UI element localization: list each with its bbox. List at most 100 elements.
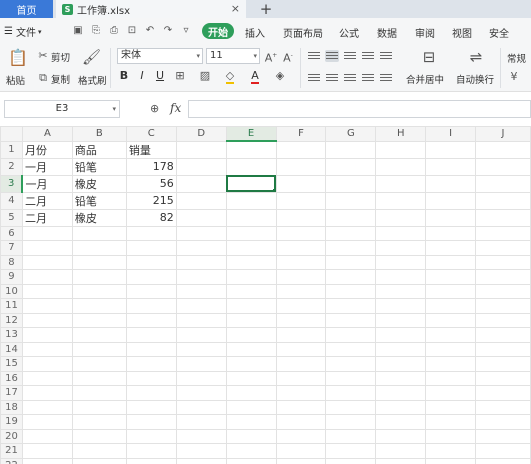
- cell-d10[interactable]: [175, 283, 227, 299]
- cell-a21[interactable]: [21, 443, 73, 459]
- cell-i3[interactable]: [425, 174, 477, 193]
- cell-f10[interactable]: [275, 283, 327, 299]
- row-header[interactable]: 11: [0, 298, 23, 314]
- paste-button[interactable]: 粘贴: [6, 73, 25, 87]
- cell-f9[interactable]: [275, 269, 327, 285]
- cell-b4[interactable]: 铅笔: [71, 191, 127, 210]
- increase-font-icon[interactable]: A+: [264, 50, 278, 65]
- cell-h9[interactable]: [375, 269, 427, 285]
- cell-h4[interactable]: [375, 191, 427, 210]
- cell-d13[interactable]: [175, 327, 227, 343]
- cell-e12[interactable]: [225, 312, 277, 328]
- cell-i17[interactable]: [425, 385, 477, 401]
- cell-c19[interactable]: [125, 414, 177, 430]
- column-header-i[interactable]: I: [425, 126, 477, 142]
- cell-f2[interactable]: [275, 157, 327, 176]
- cell-i12[interactable]: [425, 312, 477, 328]
- column-header-f[interactable]: F: [275, 126, 327, 142]
- indent-icon[interactable]: [379, 50, 393, 62]
- save-icon[interactable]: ▣: [72, 25, 84, 36]
- wrap-text-button[interactable]: 自动换行: [456, 72, 494, 86]
- cell-f1[interactable]: [275, 140, 327, 159]
- cell-h2[interactable]: [375, 157, 427, 176]
- cell-i10[interactable]: [425, 283, 477, 299]
- cell-g2[interactable]: [325, 157, 377, 176]
- formula-input[interactable]: [188, 100, 531, 118]
- cell-f12[interactable]: [275, 312, 327, 328]
- font-name-select[interactable]: 宋体 ▾: [117, 48, 203, 64]
- cell-i4[interactable]: [425, 191, 477, 210]
- cell-g3[interactable]: [325, 174, 377, 193]
- cell-i9[interactable]: [425, 269, 477, 285]
- cell-j6[interactable]: [475, 225, 531, 241]
- new-tab-button[interactable]: +: [258, 0, 274, 18]
- cell-e2[interactable]: [225, 157, 277, 176]
- cell-f18[interactable]: [275, 399, 327, 415]
- cell-a9[interactable]: [21, 269, 73, 285]
- cell-c1[interactable]: 销量: [125, 140, 177, 159]
- print-icon[interactable]: ⎙: [108, 25, 120, 36]
- cell-a19[interactable]: [21, 414, 73, 430]
- select-all-corner[interactable]: [0, 126, 23, 142]
- cell-e14[interactable]: [225, 341, 277, 357]
- column-header-g[interactable]: G: [325, 126, 377, 142]
- number-format-select[interactable]: 常规: [507, 51, 526, 65]
- cell-c17[interactable]: [125, 385, 177, 401]
- cell-h12[interactable]: [375, 312, 427, 328]
- cell-d15[interactable]: [175, 356, 227, 372]
- cell-d11[interactable]: [175, 298, 227, 314]
- row-header[interactable]: 20: [0, 428, 23, 444]
- menu-tab-data[interactable]: 数据: [377, 25, 397, 40]
- cell-d16[interactable]: [175, 370, 227, 386]
- cell-e1[interactable]: [225, 140, 277, 159]
- cell-c8[interactable]: [125, 254, 177, 270]
- cell-i8[interactable]: [425, 254, 477, 270]
- cell-e6[interactable]: [225, 225, 277, 241]
- row-header[interactable]: 7: [0, 240, 23, 256]
- cell-j10[interactable]: [475, 283, 531, 299]
- cell-a20[interactable]: [21, 428, 73, 444]
- cell-g18[interactable]: [325, 399, 377, 415]
- tab-home[interactable]: 首页: [0, 0, 53, 18]
- cell-g14[interactable]: [325, 341, 377, 357]
- cut-button[interactable]: 剪切: [51, 50, 70, 64]
- cell-j19[interactable]: [475, 414, 531, 430]
- font-color-icon[interactable]: A: [248, 69, 262, 84]
- cell-e20[interactable]: [225, 428, 277, 444]
- cell-e9[interactable]: [225, 269, 277, 285]
- cell-b17[interactable]: [71, 385, 127, 401]
- cell-f22[interactable]: [275, 457, 327, 464]
- cell-j20[interactable]: [475, 428, 531, 444]
- menu-tab-review[interactable]: 审阅: [415, 25, 435, 40]
- align-top-icon[interactable]: [307, 50, 321, 62]
- column-header-a[interactable]: A: [21, 126, 73, 142]
- orientation-icon[interactable]: [361, 50, 375, 62]
- italic-button[interactable]: I: [137, 70, 147, 82]
- cell-d9[interactable]: [175, 269, 227, 285]
- merge-center-icon[interactable]: ⊟: [420, 48, 438, 66]
- cell-b15[interactable]: [71, 356, 127, 372]
- cell-h3[interactable]: [375, 174, 427, 193]
- export-pdf-icon[interactable]: ⎘: [90, 25, 102, 36]
- cell-b22[interactable]: [71, 457, 127, 464]
- underline-button[interactable]: U: [155, 70, 165, 82]
- cell-j3[interactable]: [475, 174, 531, 193]
- cell-b11[interactable]: [71, 298, 127, 314]
- cell-a4[interactable]: 二月: [21, 191, 73, 210]
- cell-i18[interactable]: [425, 399, 477, 415]
- row-header[interactable]: 2: [0, 157, 23, 176]
- cell-g11[interactable]: [325, 298, 377, 314]
- cell-d14[interactable]: [175, 341, 227, 357]
- cell-e13[interactable]: [225, 327, 277, 343]
- menu-tab-view[interactable]: 视图: [452, 25, 472, 40]
- cell-g22[interactable]: [325, 457, 377, 464]
- row-header[interactable]: 13: [0, 327, 23, 343]
- cell-f7[interactable]: [275, 240, 327, 256]
- cell-j21[interactable]: [475, 443, 531, 459]
- cell-j11[interactable]: [475, 298, 531, 314]
- cell-c16[interactable]: [125, 370, 177, 386]
- menu-tab-home[interactable]: 开始: [202, 23, 234, 39]
- row-header[interactable]: 4: [0, 191, 23, 210]
- row-header[interactable]: 12: [0, 312, 23, 328]
- cell-e10[interactable]: [225, 283, 277, 299]
